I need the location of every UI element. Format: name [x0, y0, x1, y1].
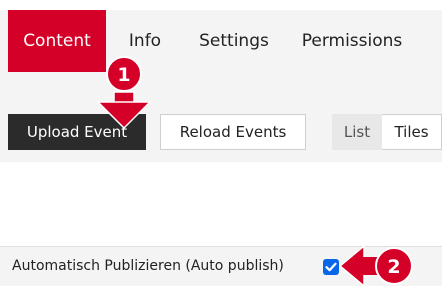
view-tiles-button[interactable]: Tiles [382, 114, 442, 150]
tab-permissions[interactable]: Permissions [290, 10, 414, 72]
reload-events-button[interactable]: Reload Events [160, 114, 306, 150]
auto-publish-row: Automatisch Publizieren (Auto publish) [0, 246, 442, 286]
tab-content[interactable]: Content [8, 10, 106, 72]
tab-info[interactable]: Info [112, 10, 178, 72]
auto-publish-checkbox[interactable] [323, 259, 339, 275]
tab-settings[interactable]: Settings [186, 10, 282, 72]
view-list-button[interactable]: List [332, 114, 382, 150]
upload-event-button[interactable]: Upload Event [8, 114, 146, 150]
auto-publish-label: Automatisch Publizieren (Auto publish) [12, 258, 284, 274]
checkmark-icon [325, 262, 337, 272]
